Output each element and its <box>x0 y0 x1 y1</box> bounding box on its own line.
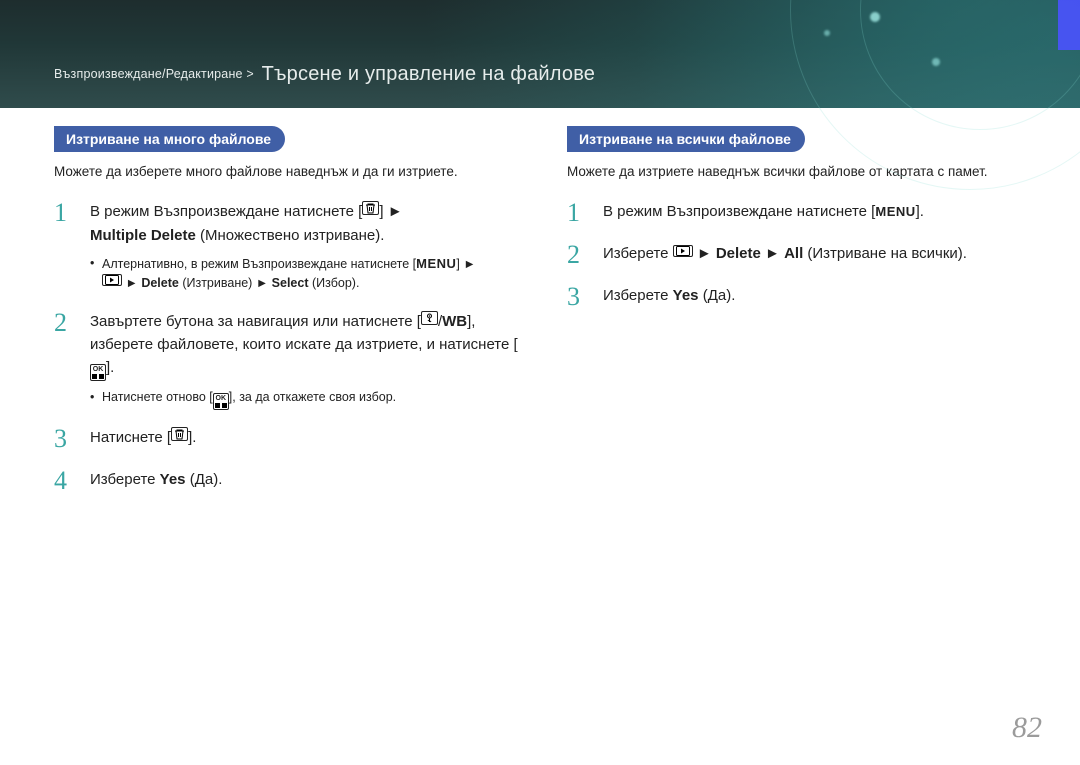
decor-flare <box>824 30 830 36</box>
trash-icon <box>171 427 188 441</box>
step-sub: Алтернативно, в режим Възпроизвеждане на… <box>90 254 476 294</box>
step-1: 1 В режим Възпроизвеждане натиснете [] ►… <box>54 200 527 293</box>
step-2: 2 Изберете ► Delete ► All (Изтриване на … <box>567 242 1040 268</box>
step-body: Изберете ► Delete ► All (Изтриване на вс… <box>603 242 967 268</box>
step-body: Изберете Yes (Да). <box>90 468 222 494</box>
step-sub: Натиснете отново [OK], за да откажете св… <box>90 388 527 410</box>
step-3: 3 Изберете Yes (Да). <box>567 284 1040 310</box>
step-number: 1 <box>567 200 589 226</box>
step-number: 2 <box>567 242 589 268</box>
step-body: В режим Възпроизвеждане натиснете [] ► M… <box>90 200 476 293</box>
step-sub-item: Алтернативно, в режим Възпроизвеждане на… <box>90 254 476 294</box>
playback-icon <box>673 245 693 257</box>
step-number: 3 <box>567 284 589 310</box>
playback-icon <box>102 274 122 286</box>
trash-icon <box>362 201 379 215</box>
ok-icon: OK <box>213 393 229 410</box>
decor-flare <box>870 12 880 22</box>
ok-icon: OK <box>90 364 106 381</box>
menu-icon: MENU <box>416 256 456 271</box>
section-intro: Можете да изберете много файлове наведнъ… <box>54 162 527 182</box>
step-sub-item: Натиснете отново [OK], за да откажете св… <box>90 388 527 410</box>
step-number: 4 <box>54 468 76 494</box>
breadcrumb: Възпроизвеждане/Редактиране > Търсене и … <box>54 63 595 86</box>
step-number: 3 <box>54 426 76 452</box>
breadcrumb-path: Възпроизвеждане/Редактиране > <box>54 67 254 81</box>
step-body: В режим Възпроизвеждане натиснете [MENU]… <box>603 200 924 226</box>
step-2: 2 Завъртете бутона за навигация или нати… <box>54 310 527 411</box>
section-heading: Изтриване на всички файлове <box>567 126 805 152</box>
step-4: 4 Изберете Yes (Да). <box>54 468 527 494</box>
step-number: 2 <box>54 310 76 411</box>
step-body: Изберете Yes (Да). <box>603 284 735 310</box>
section-heading: Изтриване на много файлове <box>54 126 285 152</box>
page-number: 82 <box>1012 711 1042 745</box>
decor-flare <box>932 58 940 66</box>
step-body: Завъртете бутона за навигация или натисн… <box>90 310 527 411</box>
flower-icon <box>421 311 438 325</box>
step-number: 1 <box>54 200 76 293</box>
step-1: 1 В режим Възпроизвеждане натиснете [MEN… <box>567 200 1040 226</box>
step-body: Натиснете []. <box>90 426 196 452</box>
menu-icon: MENU <box>875 204 915 219</box>
col-multiple-delete: Изтриване на много файлове Можете да изб… <box>54 126 527 510</box>
page-header: Възпроизвеждане/Редактиране > Търсене и … <box>0 0 1080 108</box>
step-3: 3 Натиснете []. <box>54 426 527 452</box>
page-title: Търсене и управление на файлове <box>262 63 596 85</box>
